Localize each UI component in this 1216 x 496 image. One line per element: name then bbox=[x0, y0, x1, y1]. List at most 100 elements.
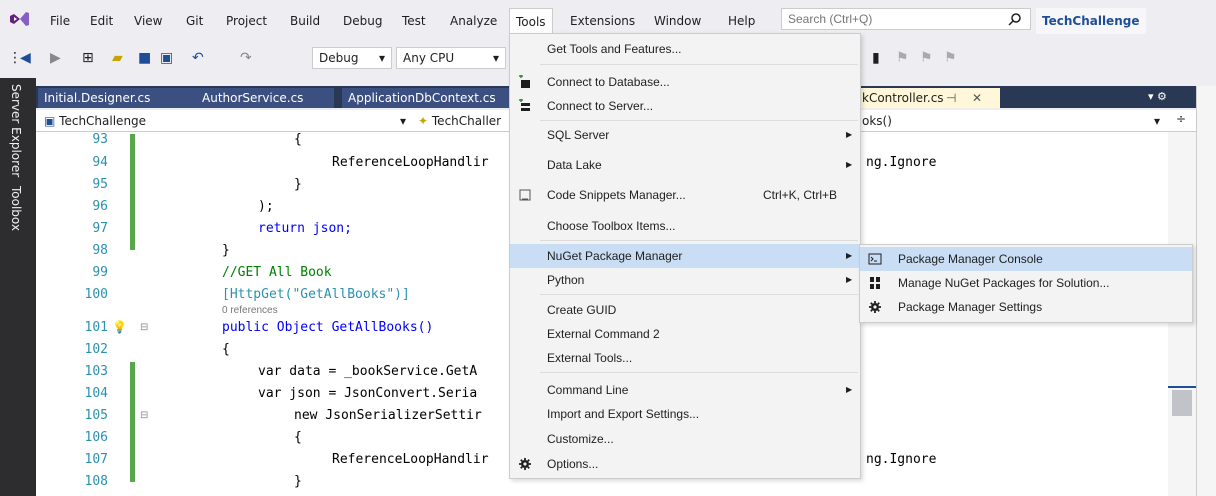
tab-application-db-context[interactable]: ApplicationDbContext.cs bbox=[342, 88, 514, 108]
line-number: 100 bbox=[84, 287, 108, 302]
class-dropdown[interactable]: ✦ TechChaller bbox=[414, 112, 512, 130]
menu-test[interactable]: Test bbox=[396, 10, 432, 32]
menu-help[interactable]: Help bbox=[722, 10, 761, 32]
menu-debug[interactable]: Debug bbox=[337, 10, 388, 32]
search-box[interactable] bbox=[781, 8, 1031, 30]
chevron-down-icon: ▾ bbox=[400, 114, 407, 128]
toolbox-tab[interactable]: Toolbox bbox=[9, 186, 23, 231]
bookmark-icon[interactable]: ▮ bbox=[872, 50, 880, 66]
code-line: new JsonSerializerSettir bbox=[294, 408, 482, 423]
menu-item-package-manager-console[interactable]: Package Manager Console bbox=[860, 247, 1192, 271]
submenu-arrow-icon: ▶ bbox=[846, 160, 853, 169]
server-explorer-tab[interactable]: Server Explorer bbox=[9, 84, 23, 177]
back-icon[interactable]: ◀ bbox=[20, 50, 31, 66]
menu-item-options[interactable]: Options... bbox=[510, 452, 860, 476]
menu-item-manage-nuget-packages[interactable]: Manage NuGet Packages for Solution... bbox=[860, 271, 1192, 295]
menu-tools[interactable]: Tools bbox=[509, 8, 553, 35]
split-editor-icon[interactable]: ÷ bbox=[1176, 112, 1186, 126]
menu-item-package-manager-settings[interactable]: Package Manager Settings bbox=[860, 295, 1192, 319]
configuration-dropdown[interactable]: Debug ▾ bbox=[312, 47, 392, 69]
menu-separator bbox=[540, 120, 858, 121]
menu-view[interactable]: View bbox=[128, 10, 168, 32]
menu-item-get-tools[interactable]: Get Tools and Features... bbox=[510, 37, 860, 61]
platform-dropdown[interactable]: Any CPU ▾ bbox=[396, 47, 506, 69]
menu-separator bbox=[540, 240, 858, 241]
menu-item-connect-database[interactable]: Connect to Database... bbox=[510, 70, 860, 94]
menu-separator bbox=[540, 294, 858, 295]
menu-item-choose-toolbox[interactable]: Choose Toolbox Items... bbox=[510, 214, 860, 238]
tab-overflow-icon[interactable]: ▾ ⚙ bbox=[1148, 90, 1167, 103]
open-folder-icon[interactable]: ▰ bbox=[112, 50, 123, 66]
submenu-arrow-icon: ▶ bbox=[846, 251, 853, 260]
code-line: } bbox=[294, 474, 302, 489]
line-number: 101 bbox=[84, 320, 108, 335]
member-dropdown[interactable]: oks() ▾ bbox=[858, 112, 1162, 130]
menu-project[interactable]: Project bbox=[220, 10, 273, 32]
save-icon[interactable]: ■ bbox=[138, 50, 151, 66]
line-number: 94 bbox=[92, 155, 108, 170]
menu-item-label: Customize... bbox=[547, 432, 614, 446]
code-line: var data = _bookService.GetA bbox=[258, 364, 478, 379]
scrollbar-thumb[interactable] bbox=[1172, 390, 1192, 416]
save-all-icon[interactable]: ▣ bbox=[160, 50, 173, 66]
next-bookmark-icon[interactable]: ⚑ bbox=[896, 50, 909, 66]
chevron-down-icon: ▾ bbox=[1154, 114, 1161, 128]
collapse-icon[interactable]: ⊟ bbox=[140, 322, 148, 333]
menu-item-python[interactable]: Python ▶ bbox=[510, 268, 860, 292]
configuration-value: Debug bbox=[319, 51, 359, 65]
tab-book-controller[interactable]: kController.cs ⊣ ✕ bbox=[856, 88, 1000, 108]
menu-build[interactable]: Build bbox=[284, 10, 326, 32]
new-project-icon[interactable]: ⊞ bbox=[82, 50, 94, 66]
tab-author-service[interactable]: AuthorService.cs bbox=[196, 88, 334, 108]
menu-item-shortcut: Ctrl+K, Ctrl+B bbox=[763, 188, 838, 202]
menu-item-label: Data Lake bbox=[547, 158, 602, 172]
menu-file[interactable]: File bbox=[44, 10, 76, 32]
menu-item-label: Package Manager Console bbox=[898, 252, 1043, 266]
pin-icon[interactable]: ⊣ bbox=[946, 88, 956, 108]
server-connect-icon bbox=[519, 99, 530, 111]
code-line: { bbox=[222, 342, 230, 357]
menu-item-external-tools[interactable]: External Tools... bbox=[510, 346, 860, 370]
menu-item-label: Get Tools and Features... bbox=[547, 42, 682, 56]
line-number: 96 bbox=[92, 199, 108, 214]
menu-item-import-export-settings[interactable]: Import and Export Settings... bbox=[510, 402, 860, 426]
search-input[interactable] bbox=[782, 9, 1004, 29]
member-dropdown-value: oks() bbox=[862, 114, 892, 128]
menu-window[interactable]: Window bbox=[648, 10, 707, 32]
collapse-icon[interactable]: ⊟ bbox=[140, 410, 148, 421]
menu-item-create-guid[interactable]: Create GUID bbox=[510, 298, 860, 322]
redo-icon[interactable]: ↷ bbox=[240, 50, 252, 66]
menu-item-label: Choose Toolbox Items... bbox=[547, 219, 676, 233]
code-line: //GET All Book bbox=[222, 265, 332, 280]
clear-bookmark-icon[interactable]: ⚑ bbox=[944, 50, 957, 66]
code-fragment: ng.Ignore bbox=[866, 155, 937, 170]
menu-item-external-command-2[interactable]: External Command 2 bbox=[510, 322, 860, 346]
menu-item-nuget[interactable]: NuGet Package Manager ▶ bbox=[510, 244, 860, 268]
menu-item-code-snippets[interactable]: Code Snippets Manager... Ctrl+K, Ctrl+B bbox=[510, 183, 860, 207]
tab-initial-designer[interactable]: Initial.Designer.cs bbox=[38, 88, 198, 108]
menu-item-label: Connect to Server... bbox=[547, 99, 654, 113]
code-line: return json; bbox=[258, 221, 352, 236]
lightbulb-icon[interactable]: 💡 bbox=[112, 320, 127, 334]
menu-item-connect-server[interactable]: Connect to Server... bbox=[510, 94, 860, 118]
menu-extensions[interactable]: Extensions bbox=[564, 10, 641, 32]
menu-git[interactable]: Git bbox=[180, 10, 209, 32]
menu-item-sql-server[interactable]: SQL Server ▶ bbox=[510, 123, 860, 147]
menu-item-data-lake[interactable]: Data Lake ▶ bbox=[510, 153, 860, 177]
change-indicator bbox=[130, 362, 135, 482]
project-dropdown[interactable]: ▣ TechChallenge ▾ bbox=[40, 112, 414, 130]
line-number: 103 bbox=[84, 364, 108, 379]
menu-item-customize[interactable]: Customize... bbox=[510, 427, 860, 451]
menu-item-command-line[interactable]: Command Line ▶ bbox=[510, 378, 860, 402]
tool-window-strip: Server Explorer Toolbox bbox=[0, 78, 36, 496]
code-lens-references[interactable]: 0 references bbox=[222, 305, 278, 316]
close-icon[interactable]: ✕ bbox=[972, 88, 982, 108]
platform-value: Any CPU bbox=[403, 51, 455, 65]
submenu-arrow-icon: ▶ bbox=[846, 275, 853, 284]
prev-bookmark-icon[interactable]: ⚑ bbox=[920, 50, 933, 66]
menu-analyze[interactable]: Analyze bbox=[444, 10, 503, 32]
undo-icon[interactable]: ↶ bbox=[192, 50, 204, 66]
menu-item-label: Connect to Database... bbox=[547, 75, 670, 89]
forward-icon[interactable]: ▶ bbox=[50, 50, 61, 66]
menu-edit[interactable]: Edit bbox=[84, 10, 119, 32]
